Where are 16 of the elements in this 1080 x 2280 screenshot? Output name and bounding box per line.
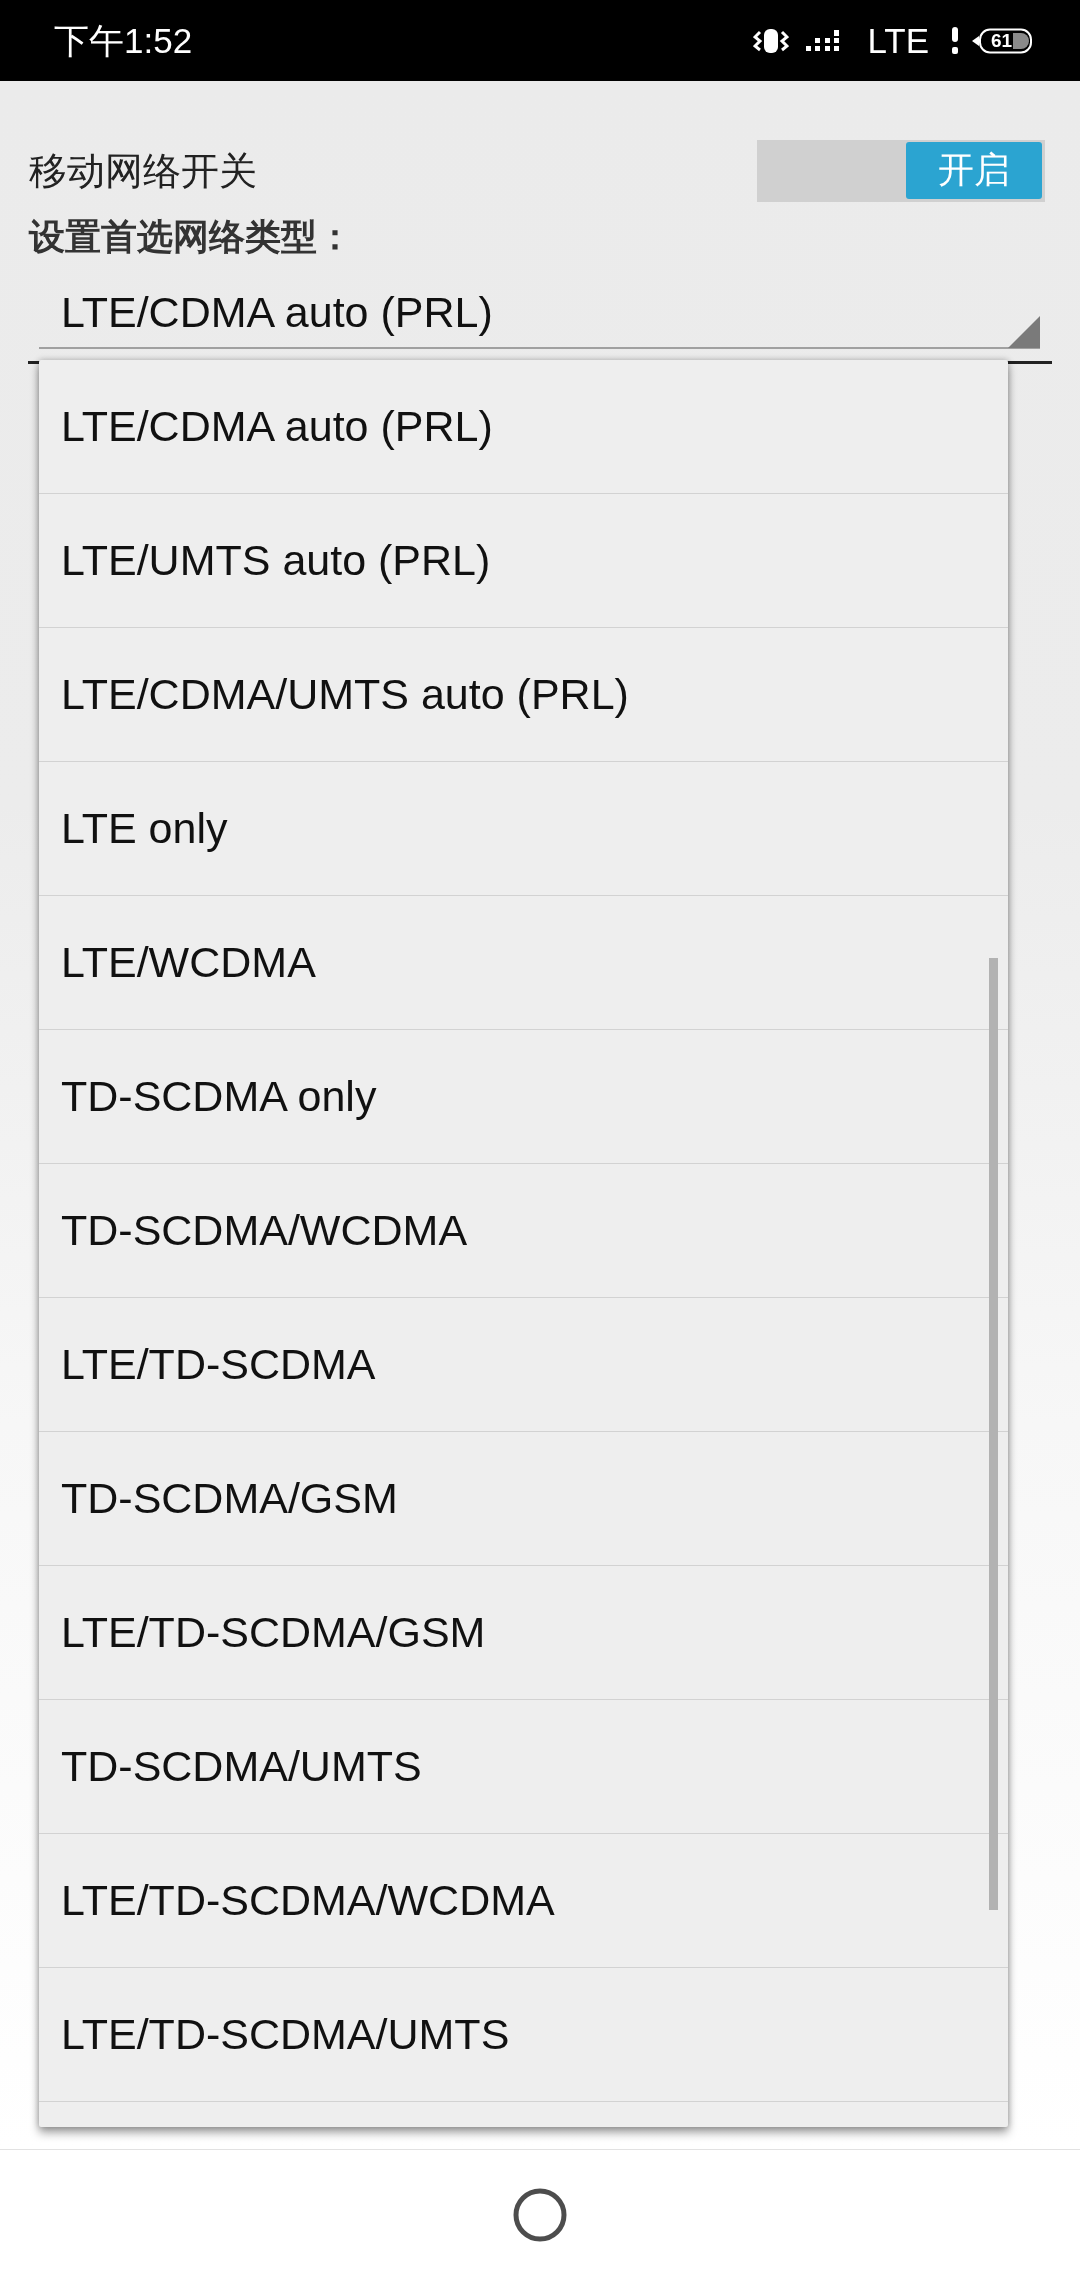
dropdown-option[interactable]: LTE/CDMA auto (PRL) [39, 360, 1008, 494]
home-icon[interactable] [513, 2188, 567, 2242]
preferred-network-label: 设置首选网络类型： [29, 215, 353, 259]
network-type-spinner[interactable]: LTE/CDMA auto (PRL) [39, 277, 1040, 349]
dropdown-option[interactable]: LTE only [39, 762, 1008, 896]
exclamation-icon [951, 26, 959, 55]
mobile-network-label: 移动网络开关 [29, 149, 257, 193]
status-time: 下午1:52 [54, 20, 193, 61]
dropdown-option[interactable]: LTE/CDMA/UMTS auto (PRL) [39, 628, 1008, 762]
network-type: LTE [867, 20, 929, 61]
dropdown-option[interactable]: LTE/TD-SCDMA/UMTS [39, 1968, 1008, 2102]
battery-percent: 61 [991, 29, 1013, 52]
dropdown-option[interactable]: LTE/UMTS auto (PRL) [39, 494, 1008, 628]
signal-icon [805, 28, 842, 53]
battery-icon [971, 27, 1033, 54]
triangle-icon [1008, 316, 1040, 348]
